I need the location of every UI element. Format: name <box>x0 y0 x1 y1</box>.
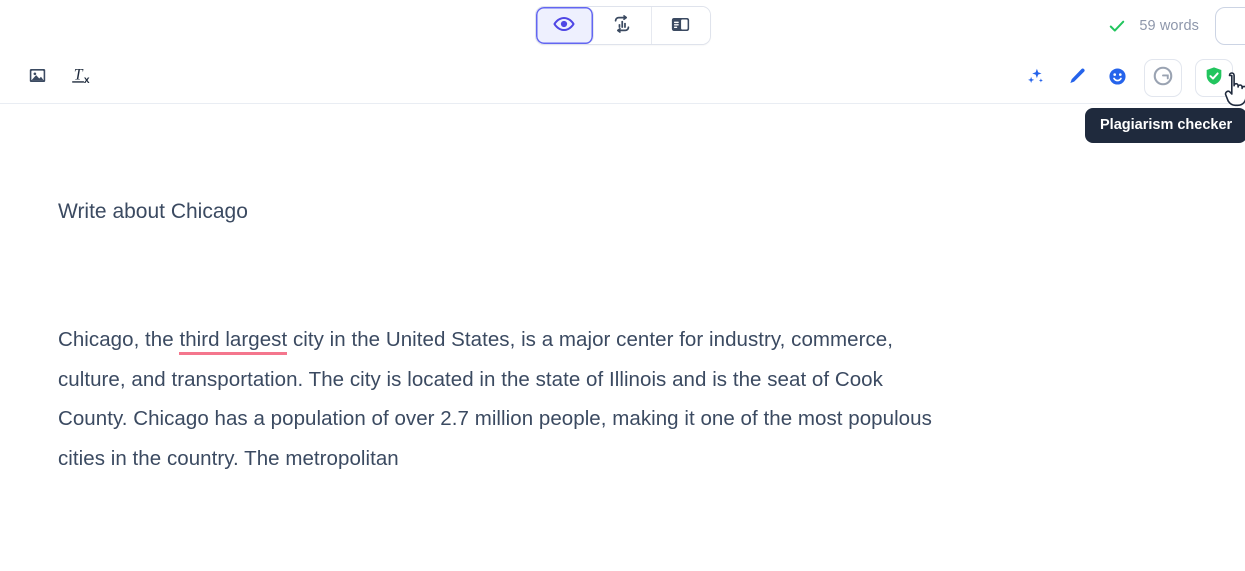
svg-text:x: x <box>84 74 90 85</box>
sparkles-icon <box>1025 66 1046 90</box>
writing-editor-app: 59 words T x Plagiarism checker Write ab… <box>0 0 1245 571</box>
shield-check-icon <box>1203 65 1225 90</box>
view-mode-preview-button[interactable] <box>535 7 594 44</box>
grammarly-g-icon <box>1152 65 1174 90</box>
check-icon <box>1107 16 1127 36</box>
word-count-label: 59 words <box>1139 17 1199 34</box>
rewrite-button[interactable] <box>1062 64 1090 92</box>
flagged-phrase[interactable]: third largest <box>179 328 288 355</box>
plagiarism-checker-button[interactable] <box>1195 58 1233 97</box>
edge-overflow-button[interactable] <box>1215 7 1245 45</box>
pencil-icon <box>1066 66 1087 90</box>
view-mode-stats-button[interactable] <box>593 7 652 44</box>
body-text-before-flag: Chicago, the <box>58 328 180 351</box>
emoji-button[interactable] <box>1103 64 1131 92</box>
image-icon <box>27 65 48 89</box>
clear-format-icon: T x <box>70 64 96 91</box>
format-toolbar-right-group <box>1021 51 1233 104</box>
smiley-icon <box>1107 66 1128 90</box>
document-body[interactable]: Chicago, the third largest city in the U… <box>58 320 938 478</box>
view-mode-sidebar-button[interactable] <box>651 7 710 44</box>
insert-image-button[interactable] <box>22 62 52 92</box>
panel-layout-icon <box>669 13 692 39</box>
format-toolbar-left-group: T x <box>14 62 98 92</box>
tooltip-plagiarism-checker: Plagiarism checker <box>1085 108 1245 143</box>
eye-icon <box>553 13 575 38</box>
format-toolbar: T x <box>0 51 1245 104</box>
svg-text:T: T <box>74 66 84 83</box>
ai-assist-button[interactable] <box>1021 64 1049 92</box>
chart-refresh-icon <box>611 13 633 38</box>
clear-formatting-button[interactable]: T x <box>68 62 98 92</box>
view-mode-toggle-group[interactable] <box>534 6 711 45</box>
grammar-checker-button[interactable] <box>1144 58 1182 97</box>
top-bar: 59 words <box>0 0 1245 51</box>
word-count-status: 59 words <box>1107 0 1199 51</box>
document-area[interactable]: Write about Chicago Chicago, the third l… <box>0 197 1245 478</box>
document-title[interactable]: Write about Chicago <box>58 197 1187 227</box>
